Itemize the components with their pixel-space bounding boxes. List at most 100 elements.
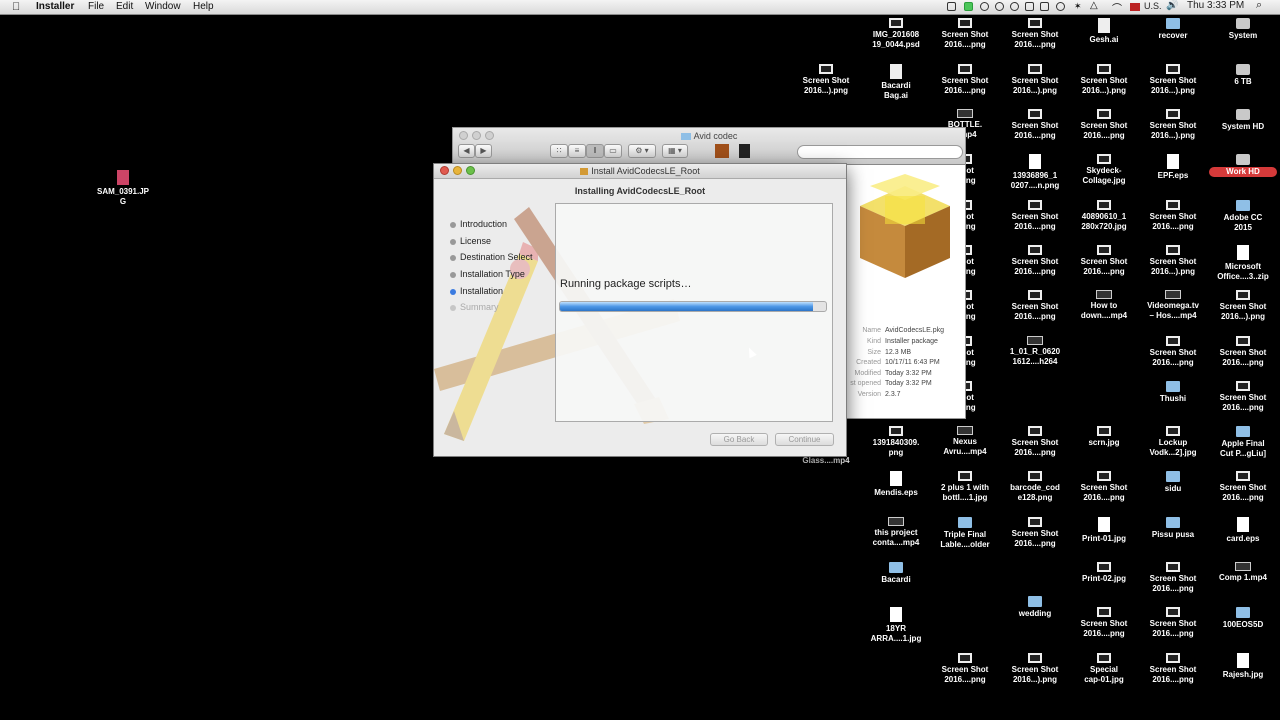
bluetooth-icon[interactable]: ✶ [1074, 1, 1083, 11]
desktop-icon[interactable]: 1_01_R_0620 1612....h264 [1001, 336, 1069, 367]
desktop-icon[interactable]: Screen Shot 2016....png [1209, 381, 1277, 413]
desktop-icon-sam-0391[interactable]: SAM_0391.JPG [89, 170, 157, 207]
wifi-icon[interactable]: ⌒ [1112, 0, 1122, 15]
menu-window[interactable]: Window [145, 1, 181, 12]
desktop-icon[interactable]: Lockup Vodk...2].jpg [1139, 426, 1207, 458]
desktop-icon[interactable]: Print-01.jpg [1070, 517, 1138, 544]
desktop-icon[interactable]: wedding [1001, 596, 1069, 619]
desktop-icon[interactable]: Screen Shot 2016....png [1139, 200, 1207, 232]
desktop-icon[interactable]: this project conta....mp4 [862, 517, 930, 548]
desktop-icon[interactable]: Screen Shot 2016...).png [1001, 64, 1069, 96]
desktop-icon[interactable]: Nexus Avru....mp4 [931, 426, 999, 457]
desktop-icon[interactable]: Triple Final Lable....older [931, 517, 999, 550]
desktop-icon[interactable]: Screen Shot 2016...).png [1001, 653, 1069, 685]
desktop-icon[interactable]: Bacardi [862, 562, 930, 585]
desktop-icon[interactable]: System HD [1209, 109, 1277, 132]
desktop-icon[interactable]: 1391840309. png [862, 426, 930, 458]
desktop-icon[interactable]: Print-02.jpg [1070, 562, 1138, 584]
desktop-icon[interactable]: Screen Shot 2016...).png [1209, 290, 1277, 322]
desktop-icon[interactable]: Screen Shot 2016....png [1001, 245, 1069, 277]
desktop-icon[interactable]: Screen Shot 2016....png [1209, 336, 1277, 368]
desktop-icon[interactable]: EPF.eps [1139, 154, 1207, 181]
desktop-icon[interactable]: 13936896_1 0207....n.png [1001, 154, 1069, 191]
desktop-icon[interactable]: Screen Shot 2016....png [1139, 653, 1207, 685]
desktop-icon[interactable]: Screen Shot 2016....png [1209, 471, 1277, 503]
camera-status-icon[interactable] [947, 2, 956, 11]
airplay-icon[interactable]: △ [1090, 0, 1099, 11]
desktop-icon[interactable]: Screen Shot 2016....png [1070, 607, 1138, 639]
desktop-icon[interactable]: Screen Shot 2016....png [1001, 109, 1069, 141]
desktop-icon[interactable]: Screen Shot 2016....png [1001, 426, 1069, 458]
desktop-icon[interactable]: Screen Shot 2016...).png [1139, 245, 1207, 277]
menu-file[interactable]: File [88, 1, 104, 12]
desktop-icon[interactable]: sidu [1139, 471, 1207, 494]
spotlight-search-icon[interactable]: ⌕ [1256, 0, 1262, 12]
list-view-button[interactable]: ≡ [568, 144, 586, 158]
desktop-icon[interactable]: IMG_201608 19_0044.psd [862, 18, 930, 50]
arrange-button[interactable]: ▦ ▾ [662, 144, 688, 158]
desktop-icon[interactable]: Screen Shot 2016....png [1070, 245, 1138, 277]
desktop-icon[interactable]: Mendis.eps [862, 471, 930, 498]
desktop-icon[interactable]: System [1209, 18, 1277, 41]
desktop-icon[interactable]: Videomega.tv – Hos....mp4 [1139, 290, 1207, 321]
volume-icon[interactable]: 🔊 [1166, 0, 1178, 11]
coverflow-view-button[interactable]: ▭ [604, 144, 622, 158]
desktop-icon[interactable]: barcode_cod e128.png [1001, 471, 1069, 503]
clock[interactable]: Thu 3:33 PM [1187, 0, 1244, 11]
desktop-icon[interactable]: Screen Shot 2016....png [1139, 607, 1207, 639]
installer-titlebar[interactable]: Install AvidCodecsLE_Root [434, 164, 846, 179]
forward-button[interactable]: ▶ [475, 144, 492, 158]
app-icon-1[interactable] [715, 144, 729, 158]
search-input[interactable] [797, 145, 963, 159]
desktop-icon[interactable]: recover [1139, 18, 1207, 41]
desktop-icon[interactable]: Screen Shot 2016....png [931, 653, 999, 685]
desktop-icon[interactable]: Work HD [1209, 154, 1277, 177]
column-view-button[interactable]: ‖ [586, 144, 604, 158]
desktop-icon[interactable]: Adobe CC 2015 [1209, 200, 1277, 233]
icon-view-button[interactable]: ∷ [550, 144, 568, 158]
desktop-icon[interactable]: Screen Shot 2016...).png [1139, 109, 1207, 141]
timemachine-status-icon[interactable] [1056, 2, 1065, 11]
apple-menu-icon[interactable]:  [12, 1, 20, 13]
installer-window[interactable]: Install AvidCodecsLE_Root Installing Avi… [433, 163, 847, 457]
continue-button[interactable]: Continue [775, 433, 834, 446]
go-back-button[interactable]: Go Back [710, 433, 768, 446]
desktop-icon[interactable]: Rajesh.jpg [1209, 653, 1277, 680]
phone-status-icon[interactable] [1010, 2, 1019, 11]
desktop-icon[interactable]: 40890610_1 280x720.jpg [1070, 200, 1138, 232]
evernote-status-icon[interactable] [964, 2, 973, 11]
desktop-icon[interactable]: Screen Shot 2016....png [1070, 109, 1138, 141]
desktop-icon[interactable]: Skydeck- Collage.jpg [1070, 154, 1138, 186]
desktop-icon[interactable]: Screen Shot 2016...).png [1070, 64, 1138, 96]
desktop-icon[interactable]: Microsoft Office....3..zip [1209, 245, 1277, 282]
sync-status-icon[interactable] [995, 2, 1004, 11]
action-gear-button[interactable]: ⚙ ▾ [628, 144, 656, 158]
desktop-icon[interactable]: Apple Final Cut P...gLiu] [1209, 426, 1277, 459]
flag-icon[interactable] [1130, 3, 1140, 11]
desktop-icon[interactable]: Screen Shot 2016....png [931, 18, 999, 50]
desktop-icon[interactable]: 100EOS5D [1209, 607, 1277, 630]
app-icon-2[interactable] [739, 144, 750, 158]
clipboard-status-icon[interactable] [1025, 2, 1034, 11]
desktop-icon[interactable]: Special cap-01.jpg [1070, 653, 1138, 685]
desktop-icon[interactable]: Screen Shot 2016....png [1001, 290, 1069, 322]
desktop-icon[interactable]: Screen Shot 2016....png [1001, 200, 1069, 232]
menu-app-name[interactable]: Installer [36, 1, 74, 12]
desktop-icon[interactable]: Screen Shot 2016....png [931, 64, 999, 96]
desktop-icon[interactable]: Gesh.ai [1070, 18, 1138, 45]
desktop-icon[interactable]: scrn.jpg [1070, 426, 1138, 448]
desktop-icon[interactable]: Thushi [1139, 381, 1207, 404]
desktop-icon[interactable]: Comp 1.mp4 [1209, 562, 1277, 583]
display-status-icon[interactable] [1040, 2, 1049, 11]
desktop-icon[interactable]: 2 plus 1 with bottl....1.jpg [931, 471, 999, 503]
desktop-icon[interactable]: 18YR ARRA....1.jpg [862, 607, 930, 644]
desktop-icon[interactable]: 6 TB [1209, 64, 1277, 87]
desktop-icon[interactable]: Screen Shot 2016....png [1070, 471, 1138, 503]
desktop-icon[interactable]: card.eps [1209, 517, 1277, 544]
desktop-icon[interactable]: Screen Shot 2016....png [1139, 562, 1207, 594]
desktop-icon[interactable]: Screen Shot 2016....png [1001, 18, 1069, 50]
menu-help[interactable]: Help [193, 1, 214, 12]
desktop-icon[interactable]: Screen Shot 2016...).png [1139, 64, 1207, 96]
desktop-icon[interactable]: How to down....mp4 [1070, 290, 1138, 321]
menu-edit[interactable]: Edit [116, 1, 133, 12]
